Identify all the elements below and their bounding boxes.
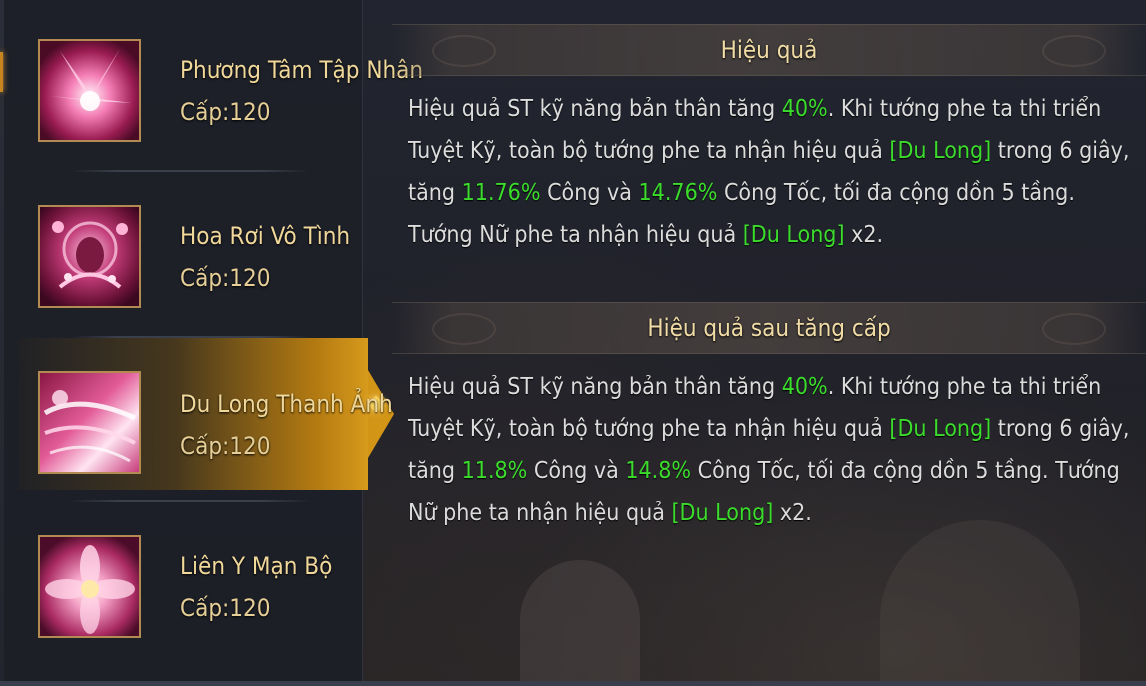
background-arch (520, 560, 640, 686)
highlight-value: 14.8% (625, 458, 692, 484)
section-title: Hiệu quả sau tăng cấp (647, 314, 891, 342)
text: trong 6 giây, (991, 138, 1130, 164)
text: tăng (408, 180, 462, 206)
lotus-burst-icon (38, 39, 141, 142)
desc-line: Hiệu quả ST kỹ năng bản thân tăng 40%. K… (408, 88, 1128, 130)
text: Công Tốc, tối đa cộng dồn 5 tầng. (717, 180, 1075, 206)
text: Công Tốc, tối đa cộng dồn 5 tầng. Tướng (691, 458, 1120, 484)
highlight-value: [Du Long] (889, 138, 992, 164)
divider (70, 500, 310, 502)
falling-flower-icon (38, 205, 141, 308)
divider (70, 170, 310, 172)
skill-level: Cấp:120 (180, 594, 271, 622)
skill-name: Phương Tâm Tập Nhân (180, 56, 424, 84)
skill-level: Cấp:120 (180, 264, 271, 292)
highlight-value: 40% (781, 374, 828, 400)
text: trong 6 giây, (991, 416, 1130, 442)
text: x2. (844, 222, 884, 248)
skill-name: Du Long Thanh Ảnh (180, 390, 393, 418)
highlight-value: [Du Long] (889, 416, 992, 442)
desc-line: Tướng Nữ phe ta nhận hiệu quả [Du Long] … (408, 214, 1128, 256)
effect-header: Hiệu quả (392, 24, 1146, 76)
skill-item-lien-y-man-bo[interactable]: Liên Y Mạn Bộ Cấp:120 (18, 512, 362, 662)
panel-edge-glow (0, 52, 3, 92)
skill-name: Hoa Rơi Vô Tình (180, 222, 351, 250)
text: . Khi tướng phe ta thi triển (827, 96, 1102, 122)
text: x2. (773, 500, 812, 526)
skill-level: Cấp:120 (180, 98, 271, 126)
skill-item-phuong-tam-tap-nhan[interactable]: Phương Tâm Tập Nhân Cấp:120 (18, 16, 423, 166)
desc-line: tăng 11.8% Công và 14.8% Công Tốc, tối đ… (408, 450, 1128, 492)
skill-level: Cấp:120 (180, 432, 271, 460)
effect-description: Hiệu quả ST kỹ năng bản thân tăng 40%. K… (408, 88, 1130, 256)
text: Hiệu quả ST kỹ năng bản thân tăng (408, 96, 782, 122)
text: Tuyệt Kỹ, toàn bộ tướng phe ta nhận hiệu… (408, 416, 890, 442)
skill-name: Liên Y Mạn Bộ (180, 552, 333, 580)
skill-list-panel: Phương Tâm Tập Nhân Cấp:120 Hoa Rơi Vô T… (0, 0, 423, 686)
background-arch (880, 520, 1080, 686)
desc-line: Tuyệt Kỹ, toàn bộ tướng phe ta nhận hiệu… (408, 408, 1130, 450)
upgrade-effect-header: Hiệu quả sau tăng cấp (392, 302, 1146, 354)
section-title: Hiệu quả (720, 36, 818, 64)
skill-item-du-long-thanh-anh[interactable]: Du Long Thanh Ảnh Cấp:120 (18, 338, 394, 490)
text: Hiệu quả ST kỹ năng bản thân tăng (408, 374, 782, 400)
panel-edge (0, 0, 4, 686)
highlight-value: [Du Long] (742, 222, 845, 248)
bottom-border (0, 681, 1146, 686)
desc-line: Hiệu quả ST kỹ năng bản thân tăng 40%. K… (408, 366, 1128, 408)
text: Tướng Nữ phe ta nhận hiệu quả (408, 222, 743, 248)
upgrade-effect-description: Hiệu quả ST kỹ năng bản thân tăng 40%. K… (408, 366, 1130, 534)
text: . Khi tướng phe ta thi triển (827, 374, 1102, 400)
text: Nữ phe ta nhận hiệu quả (408, 500, 672, 526)
highlight-value: [Du Long] (671, 500, 774, 526)
desc-line: tăng 11.76% Công và 14.76% Công Tốc, tối… (408, 172, 1128, 214)
dragon-shadow-icon (38, 371, 141, 474)
highlight-value: 11.76% (461, 180, 541, 206)
skill-detail-window: Phương Tâm Tập Nhân Cấp:120 Hoa Rơi Vô T… (0, 0, 1146, 686)
skill-item-hoa-roi-vo-tinh[interactable]: Hoa Rơi Vô Tình Cấp:120 (18, 182, 362, 332)
desc-line: Tuyệt Kỹ, toàn bộ tướng phe ta nhận hiệu… (408, 130, 1130, 172)
desc-line: Nữ phe ta nhận hiệu quả [Du Long] x2. (408, 492, 1128, 534)
lotus-step-icon (38, 535, 141, 638)
text: Công và (540, 180, 639, 206)
highlight-value: 40% (781, 96, 828, 122)
highlight-value: 14.76% (638, 180, 718, 206)
text: Tuyệt Kỹ, toàn bộ tướng phe ta nhận hiệu… (408, 138, 890, 164)
highlight-value: 11.8% (461, 458, 528, 484)
text: Công và (527, 458, 626, 484)
text: tăng (408, 458, 462, 484)
